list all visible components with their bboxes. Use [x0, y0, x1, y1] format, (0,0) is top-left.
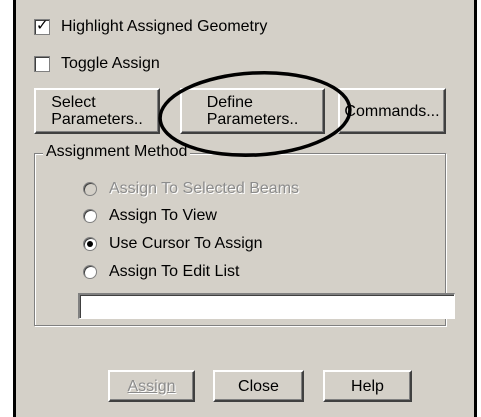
- define-parameters-label: Define Parameters..: [206, 94, 299, 128]
- highlight-assigned-geometry-checkbox[interactable]: ✓ Highlight Assigned Geometry: [34, 17, 268, 36]
- radio-selected-dot-icon: [87, 241, 93, 247]
- checkbox-box[interactable]: ✓: [34, 17, 50, 35]
- radio-assign-to-selected-beams[interactable]: Assign To Selected Beams: [83, 180, 299, 198]
- radio-label: Assign To View: [109, 207, 217, 224]
- select-parameters-button[interactable]: Select Parameters..: [34, 88, 160, 134]
- assign-label: Assign: [127, 377, 176, 395]
- assignment-method-title: Assignment Method: [43, 143, 191, 161]
- radio-assign-to-view[interactable]: Assign To View: [83, 207, 217, 225]
- close-label: Close: [238, 377, 279, 395]
- radio-assign-to-edit-list[interactable]: Assign To Edit List: [83, 263, 239, 281]
- toggle-assign-label: Toggle Assign: [61, 55, 160, 72]
- help-label: Help: [351, 377, 384, 395]
- radio-use-cursor-to-assign[interactable]: Use Cursor To Assign: [83, 235, 263, 253]
- radio-button[interactable]: [83, 265, 97, 279]
- close-button[interactable]: Close: [213, 370, 304, 402]
- radio-label: Assign To Selected Beams: [109, 180, 300, 197]
- radio-button[interactable]: [83, 209, 97, 223]
- radio-label: Assign To Edit List: [109, 263, 240, 280]
- edit-list-input[interactable]: [78, 293, 455, 319]
- select-parameters-label: Select Parameters..: [51, 94, 143, 128]
- highlight-assigned-geometry-label: Highlight Assigned Geometry: [61, 18, 268, 35]
- assign-button[interactable]: Assign: [108, 370, 195, 402]
- commands-label: Commands...: [344, 102, 440, 120]
- define-parameters-button[interactable]: Define Parameters..: [180, 88, 325, 134]
- radio-button[interactable]: [83, 237, 97, 251]
- help-button[interactable]: Help: [323, 370, 412, 402]
- toggle-assign-checkbox[interactable]: Toggle Assign: [34, 55, 160, 73]
- check-mark-icon: ✓: [36, 17, 49, 34]
- commands-button[interactable]: Commands...: [338, 88, 446, 134]
- checkbox-box[interactable]: [34, 56, 50, 72]
- radio-label: Use Cursor To Assign: [109, 235, 263, 252]
- radio-button[interactable]: [83, 182, 97, 196]
